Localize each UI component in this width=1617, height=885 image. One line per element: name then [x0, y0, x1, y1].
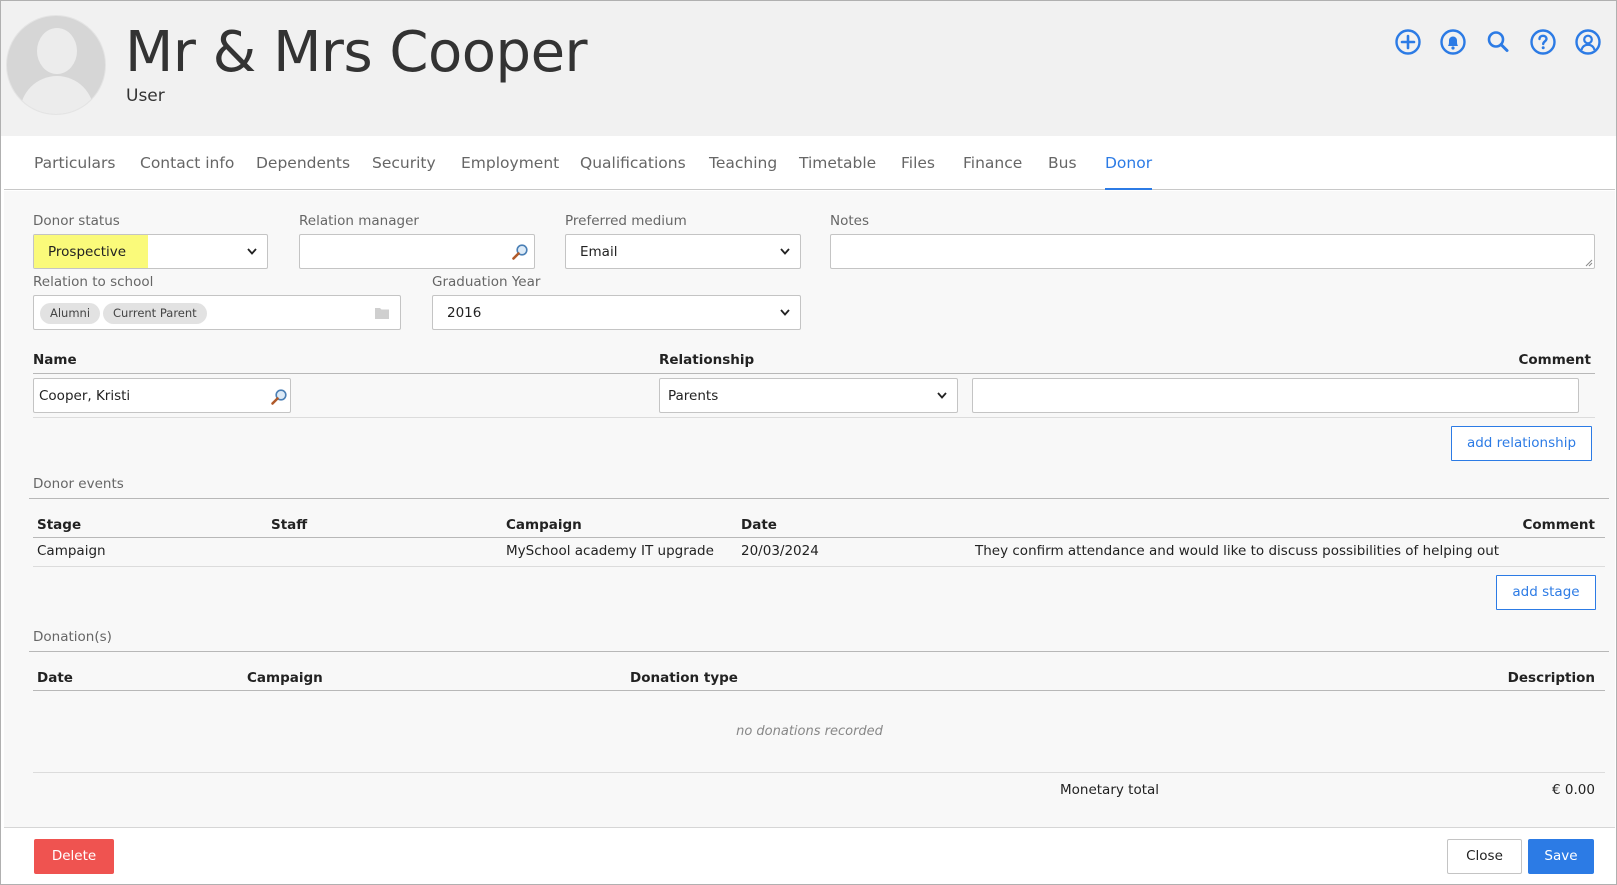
page-subtitle: User — [126, 86, 165, 106]
notes-label: Notes — [830, 213, 869, 229]
tag-current-parent[interactable]: Current Parent — [103, 303, 207, 324]
tab-contact-info[interactable]: Contact info — [140, 137, 234, 190]
action-footer: Delete Close Save — [4, 827, 1615, 884]
relationship-select[interactable]: Parents — [659, 378, 958, 413]
search-icon[interactable] — [1484, 28, 1512, 56]
relation-name-input[interactable]: Cooper, Kristi — [33, 378, 291, 413]
add-relationship-button[interactable]: add relationship — [1451, 426, 1592, 461]
donor-events-title: Donor events — [33, 476, 124, 492]
preferred-medium-value: Email — [580, 244, 618, 260]
delete-button[interactable]: Delete — [34, 839, 114, 874]
tab-security[interactable]: Security — [372, 137, 436, 190]
user-account-icon[interactable] — [1574, 28, 1602, 56]
tab-particulars[interactable]: Particulars — [34, 137, 116, 190]
chevron-down-icon — [937, 392, 947, 399]
relation-manager-label: Relation manager — [299, 213, 419, 229]
column-header-stage: Stage — [37, 517, 82, 533]
table-divider — [33, 537, 1605, 538]
lookup-icon[interactable] — [511, 243, 529, 261]
preferred-medium-label: Preferred medium — [565, 213, 687, 229]
column-header-campaign: Campaign — [247, 670, 323, 686]
empty-donations-message: no donations recorded — [736, 724, 883, 739]
donor-status-select[interactable]: Prospective — [33, 234, 268, 269]
resize-grip-icon[interactable] — [1584, 258, 1593, 267]
notes-textarea[interactable] — [830, 234, 1595, 269]
tab-dependents[interactable]: Dependents — [256, 137, 350, 190]
tab-finance[interactable]: Finance — [963, 137, 1022, 190]
table-divider — [33, 690, 1605, 691]
column-header-name: Name — [33, 352, 77, 368]
graduation-year-value: 2016 — [447, 305, 482, 321]
add-stage-button[interactable]: add stage — [1496, 575, 1596, 610]
save-button[interactable]: Save — [1528, 839, 1594, 874]
relation-to-school-label: Relation to school — [33, 274, 154, 290]
column-header-comment: Comment — [1522, 517, 1595, 533]
close-button[interactable]: Close — [1447, 839, 1522, 874]
donations-title: Donation(s) — [33, 629, 112, 645]
plus-circle-icon[interactable] — [1394, 28, 1422, 56]
page-title: Mr & Mrs Cooper — [125, 20, 588, 85]
tab-qualifications[interactable]: Qualifications — [580, 137, 686, 190]
relation-comment-input[interactable] — [972, 378, 1579, 413]
preferred-medium-select[interactable]: Email — [565, 234, 801, 269]
event-campaign: MySchool academy IT upgrade — [506, 543, 714, 559]
donor-status-label: Donor status — [33, 213, 120, 229]
column-header-staff: Staff — [271, 517, 308, 533]
column-header-campaign: Campaign — [506, 517, 582, 533]
column-header-relationship: Relationship — [659, 352, 755, 368]
donor-status-value: Prospective — [48, 244, 127, 260]
column-header-description: Description — [1507, 670, 1595, 686]
bell-icon[interactable] — [1439, 28, 1467, 56]
top-toolbar — [1394, 28, 1602, 56]
table-divider — [33, 373, 1595, 374]
avatar-body-shape — [20, 76, 94, 114]
section-divider — [29, 651, 1609, 652]
table-divider — [33, 566, 1605, 567]
folder-icon[interactable] — [374, 306, 390, 320]
chevron-down-icon — [780, 309, 790, 316]
relation-manager-input[interactable] — [299, 234, 535, 269]
monetary-total-label: Monetary total — [1060, 782, 1160, 798]
avatar-head-shape — [37, 28, 77, 74]
table-divider — [33, 772, 1605, 773]
section-divider — [29, 498, 1609, 499]
tab-bar: Particulars Contact info Dependents Secu… — [4, 137, 1615, 190]
tag-alumni[interactable]: Alumni — [40, 303, 101, 324]
graduation-year-label: Graduation Year — [432, 274, 541, 290]
tab-files[interactable]: Files — [901, 137, 935, 190]
table-divider — [33, 417, 1595, 418]
graduation-year-select[interactable]: 2016 — [432, 295, 801, 330]
avatar — [6, 15, 106, 115]
chevron-down-icon — [247, 248, 257, 255]
event-comment: They confirm attendance and would like t… — [975, 543, 1500, 559]
column-header-date: Date — [37, 670, 73, 686]
relationship-value: Parents — [668, 388, 719, 404]
relation-name-value: Cooper, Kristi — [39, 388, 131, 404]
lookup-icon[interactable] — [270, 388, 288, 406]
help-icon[interactable] — [1529, 28, 1557, 56]
tab-bus[interactable]: Bus — [1048, 137, 1077, 190]
chevron-down-icon — [780, 248, 790, 255]
event-date: 20/03/2024 — [741, 543, 819, 559]
tab-teaching[interactable]: Teaching — [709, 137, 777, 190]
tab-employment[interactable]: Employment — [461, 137, 559, 190]
monetary-total-value: € 0.00 — [1552, 782, 1595, 798]
tab-donor[interactable]: Donor — [1105, 137, 1153, 190]
event-stage: Campaign — [37, 543, 106, 559]
column-header-date: Date — [741, 517, 777, 533]
donor-panel: Donor status Prospective Relation manage… — [4, 191, 1615, 827]
relation-to-school-tags[interactable]: Alumni Current Parent — [33, 295, 401, 330]
profile-header: Mr & Mrs Cooper User — [1, 1, 1616, 136]
tab-timetable[interactable]: Timetable — [799, 137, 876, 190]
column-header-comment: Comment — [1518, 352, 1591, 368]
column-header-donation-type: Donation type — [630, 670, 738, 686]
